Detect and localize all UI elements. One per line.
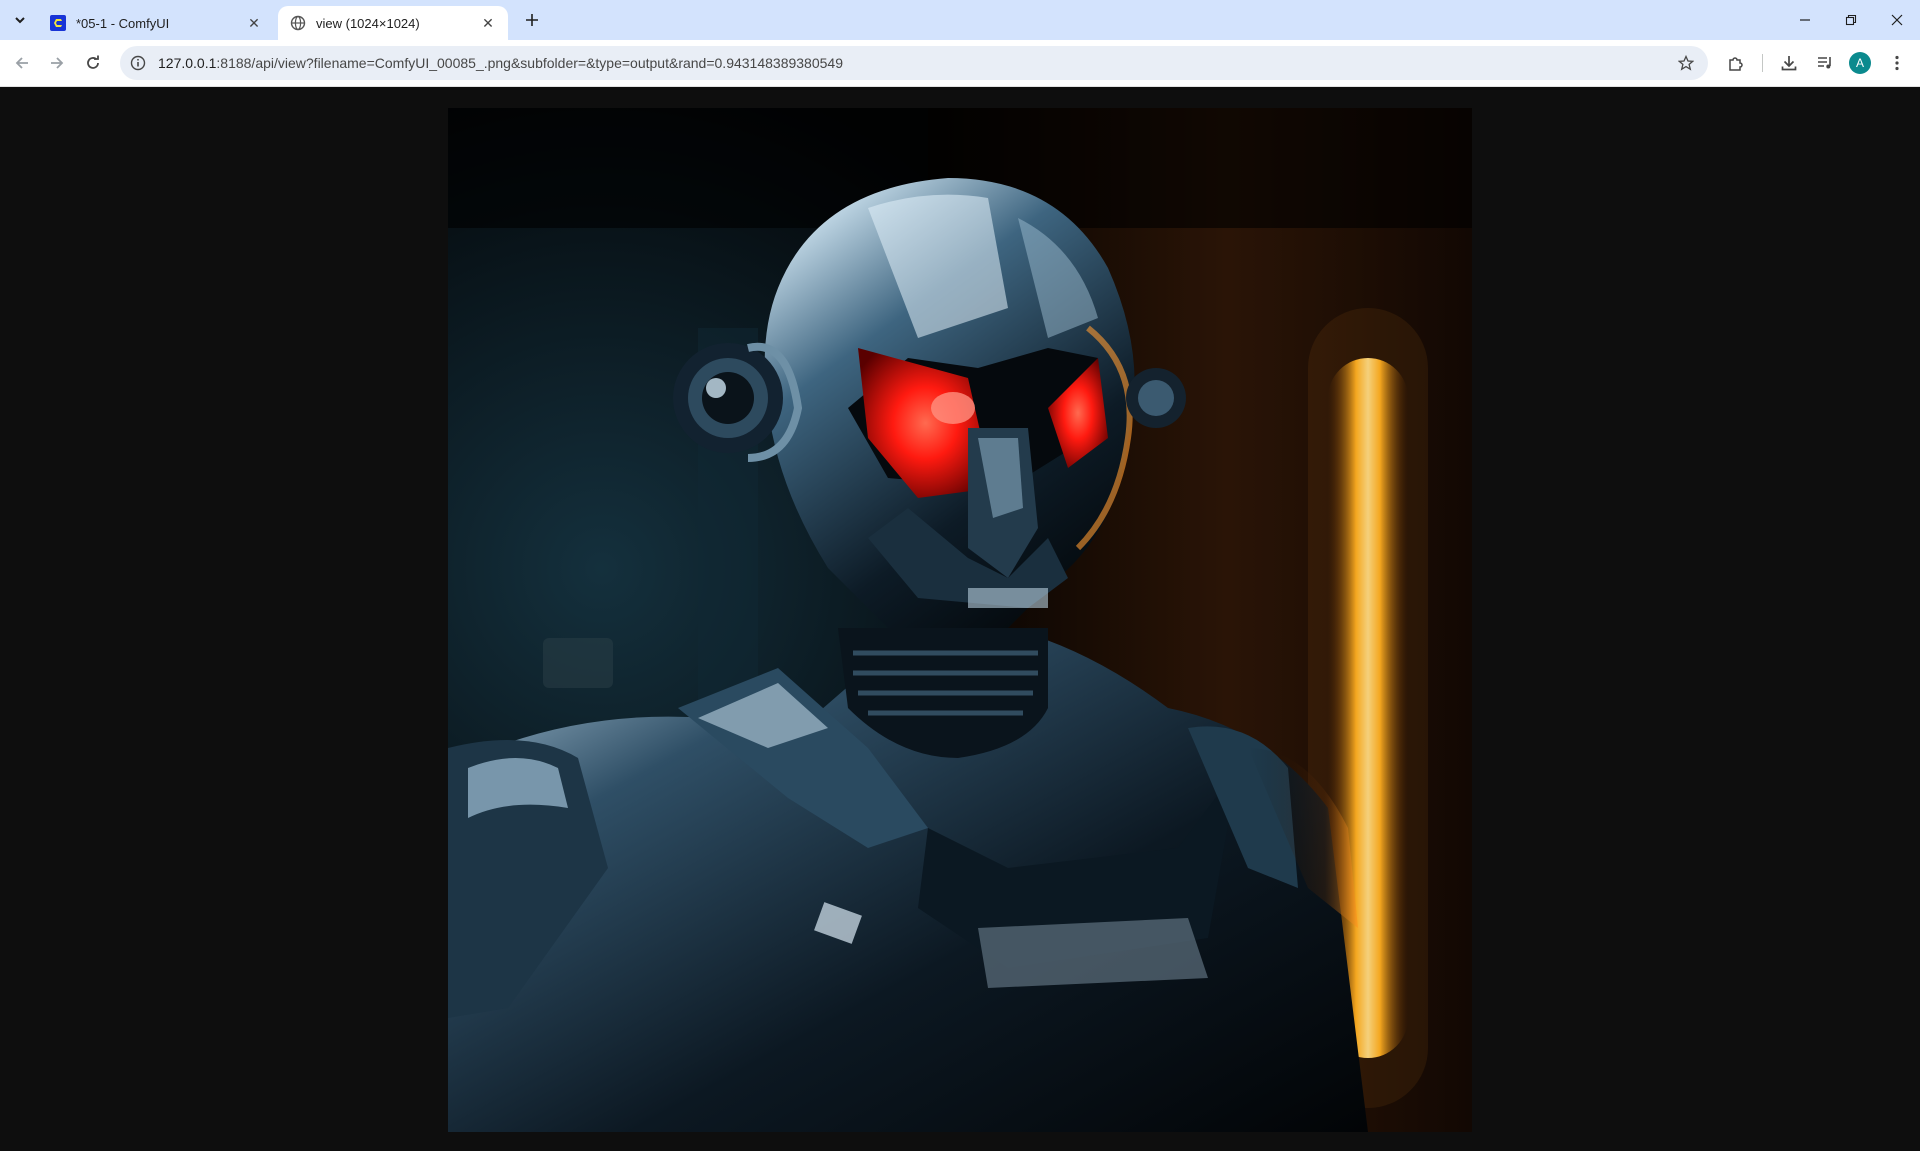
bookmark-star-icon[interactable] <box>1676 53 1696 73</box>
arrow-right-icon <box>51 57 64 69</box>
reload-button[interactable] <box>79 49 107 77</box>
reload-icon <box>87 55 99 69</box>
profile-avatar[interactable]: A <box>1849 52 1871 74</box>
robot-image-illustration <box>448 108 1472 1132</box>
globe-icon <box>290 15 306 31</box>
download-icon <box>1781 56 1797 71</box>
comfyui-logo-icon <box>50 15 66 31</box>
new-tab-button[interactable] <box>520 8 544 32</box>
address-bar[interactable]: 127.0.0.1:8188/api/view?filename=ComfyUI… <box>120 46 1708 80</box>
forward-button[interactable] <box>43 49 71 77</box>
media-queue-icon <box>1818 57 1831 69</box>
close-icon[interactable]: ✕ <box>246 15 262 31</box>
browser-menu-button[interactable] <box>1886 52 1908 74</box>
generated-image[interactable] <box>448 108 1472 1132</box>
puzzle-icon <box>1729 57 1743 71</box>
tab-search-button[interactable] <box>6 8 34 32</box>
close-icon <box>1891 14 1903 26</box>
restore-button[interactable] <box>1828 0 1874 40</box>
tab-title: view (1024×1024) <box>316 15 420 31</box>
plus-icon <box>526 14 538 26</box>
url-text[interactable]: 127.0.0.1:8188/api/view?filename=ComfyUI… <box>158 46 843 80</box>
tab-strip: *05-1 - ComfyUI ✕ view (1024×1024) ✕ <box>0 0 1920 40</box>
tab-comfyui[interactable]: *05-1 - ComfyUI ✕ <box>38 6 274 40</box>
image-viewer <box>0 87 1920 1151</box>
media-controls-button[interactable] <box>1814 52 1836 74</box>
minimize-icon <box>1800 19 1810 21</box>
tab-title: *05-1 - ComfyUI <box>76 15 170 31</box>
tab-image-view[interactable]: view (1024×1024) ✕ <box>278 6 508 40</box>
back-button[interactable] <box>8 49 36 77</box>
extensions-button[interactable] <box>1725 52 1747 74</box>
chevron-down-icon <box>15 17 25 24</box>
toolbar-divider <box>1762 54 1763 72</box>
site-info-icon[interactable] <box>128 53 148 73</box>
window-close-button[interactable] <box>1874 0 1920 40</box>
url-path: :8188/api/view?filename=ComfyUI_00085_.p… <box>216 55 843 71</box>
restore-icon <box>1845 14 1857 26</box>
url-host: 127.0.0.1 <box>158 55 217 71</box>
downloads-button[interactable] <box>1778 52 1800 74</box>
minimize-button[interactable] <box>1782 0 1828 40</box>
arrow-left-icon <box>15 57 28 69</box>
browser-toolbar: 127.0.0.1:8188/api/view?filename=ComfyUI… <box>0 40 1920 87</box>
more-vert-icon <box>1895 55 1899 71</box>
close-icon[interactable]: ✕ <box>480 15 496 31</box>
